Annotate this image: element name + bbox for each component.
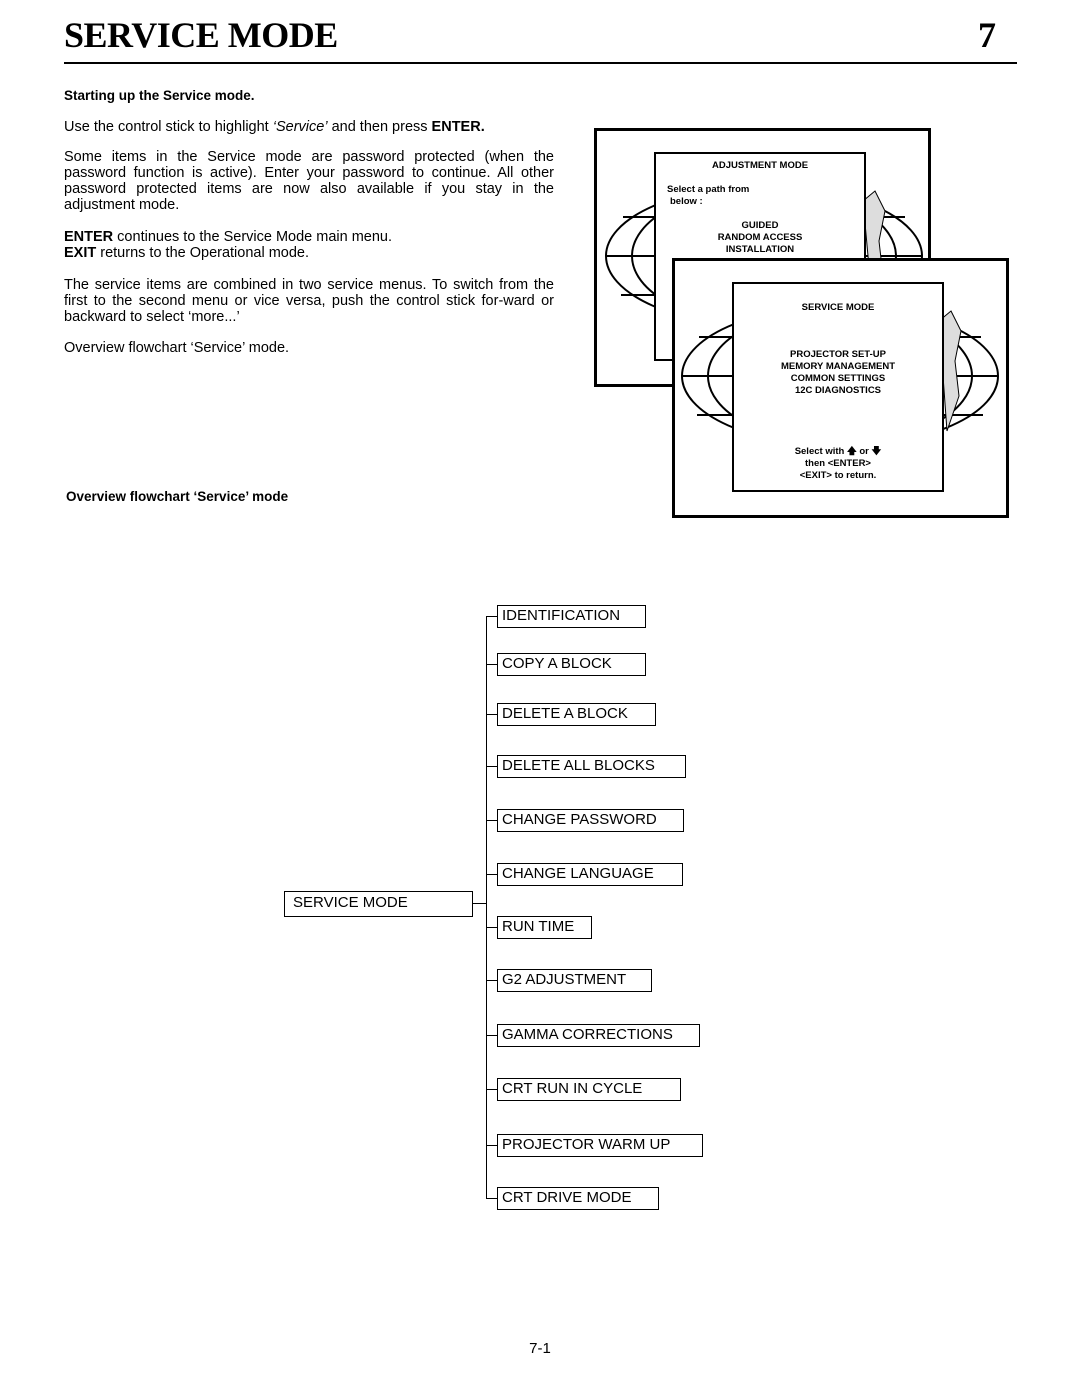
text-bold: EXIT <box>64 245 97 261</box>
menu-item-installation[interactable]: INSTALLATION <box>656 244 864 256</box>
flowchart-item-projector-warm-up: PROJECTOR WARM UP <box>497 1134 703 1157</box>
header-rule <box>64 62 1017 64</box>
connector <box>473 903 486 904</box>
hint-text: or <box>859 446 869 457</box>
flowchart-item-run-time: RUN TIME <box>497 916 592 939</box>
page-title: SERVICE MODE <box>64 15 338 55</box>
flowchart-item-delete-a-block: DELETE A BLOCK <box>497 703 656 726</box>
text: continues to the Service Mode main menu. <box>113 229 393 245</box>
arrow-up-icon: 🡅 <box>846 446 857 457</box>
flowchart-item-identification: IDENTIFICATION <box>497 605 646 628</box>
service-screen: SERVICE MODE PROJECTOR SET-UP MEMORY MAN… <box>732 282 944 492</box>
flowchart-root: SERVICE MODE <box>284 891 473 917</box>
text: and then press <box>327 119 432 135</box>
page: SERVICE MODE 7 Starting up the Service m… <box>0 0 1080 1397</box>
flowchart-item-crt-run-in-cycle: CRT RUN IN CYCLE <box>497 1078 681 1101</box>
connector-trunk <box>486 616 487 1198</box>
connector <box>486 1089 497 1090</box>
screen-title: SERVICE MODE <box>801 302 875 313</box>
connector <box>486 616 497 617</box>
flowchart-item-g2-adjustment: G2 ADJUSTMENT <box>497 969 652 992</box>
connector <box>486 1035 497 1036</box>
hint-text: Select with <box>794 446 845 457</box>
paragraph-1: Use the control stick to highlight ‘Serv… <box>64 119 554 135</box>
connector <box>486 927 497 928</box>
screen-title: ADJUSTMENT MODE <box>711 160 809 171</box>
page-number: 7-1 <box>529 1340 551 1357</box>
connector <box>486 714 497 715</box>
connector <box>486 1145 497 1146</box>
screen-hint: Select with 🡅 or 🡇 <box>734 446 942 458</box>
flowchart-item-change-password: CHANGE PASSWORD <box>497 809 684 832</box>
text: Use the control stick to highlight <box>64 119 273 135</box>
connector <box>486 874 497 875</box>
hint-text: <EXIT> to return. <box>799 470 877 481</box>
connector <box>486 766 497 767</box>
connector <box>486 1198 497 1199</box>
connector <box>486 820 497 821</box>
connector <box>486 664 497 665</box>
flowchart-item-copy-a-block: COPY A BLOCK <box>497 653 646 676</box>
flowchart-item-crt-drive-mode: CRT DRIVE MODE <box>497 1187 659 1210</box>
chapter-number: 7 <box>978 15 996 55</box>
flowchart-item-delete-all-blocks: DELETE ALL BLOCKS <box>497 755 686 778</box>
connector <box>486 980 497 981</box>
flowchart-item-gamma-corrections: GAMMA CORRECTIONS <box>497 1024 700 1047</box>
screen-prompt: Select a path from <box>667 184 750 195</box>
text-bold: ENTER. <box>431 119 485 135</box>
section-heading: Starting up the Service mode. <box>64 88 255 103</box>
hint-text: then <ENTER> <box>805 458 871 469</box>
text: returns to the Operational mode. <box>96 245 310 261</box>
menu-item-guided[interactable]: GUIDED <box>656 220 864 232</box>
menu-item-common-settings[interactable]: COMMON SETTINGS <box>734 373 942 385</box>
figure-caption: Overview flowchart ‘Service’ mode <box>66 489 289 504</box>
menu-item-random-access[interactable]: RANDOM ACCESS <box>656 232 864 244</box>
flowchart-item-change-language: CHANGE LANGUAGE <box>497 863 683 886</box>
arrow-down-icon: 🡇 <box>871 446 882 457</box>
paragraph-2: Some items in the Service mode are passw… <box>64 149 554 213</box>
menu-item-projector-setup[interactable]: PROJECTOR SET-UP <box>734 349 942 361</box>
text-em: ‘Service’ <box>272 119 328 135</box>
service-monitor: SERVICE MODE PROJECTOR SET-UP MEMORY MAN… <box>672 258 1009 518</box>
text-bold: ENTER <box>64 229 114 245</box>
menu-item-memory-management[interactable]: MEMORY MANAGEMENT <box>734 361 942 373</box>
menu-item-12c-diagnostics[interactable]: 12C DIAGNOSTICS <box>734 385 942 397</box>
paragraph-6: Overview flowchart ‘Service’ mode. <box>64 340 290 356</box>
screen-prompt: below : <box>670 196 703 207</box>
paragraph-3: ENTER continues to the Service Mode main… <box>64 229 554 261</box>
paragraph-5: The service items are combined in two se… <box>64 277 554 325</box>
